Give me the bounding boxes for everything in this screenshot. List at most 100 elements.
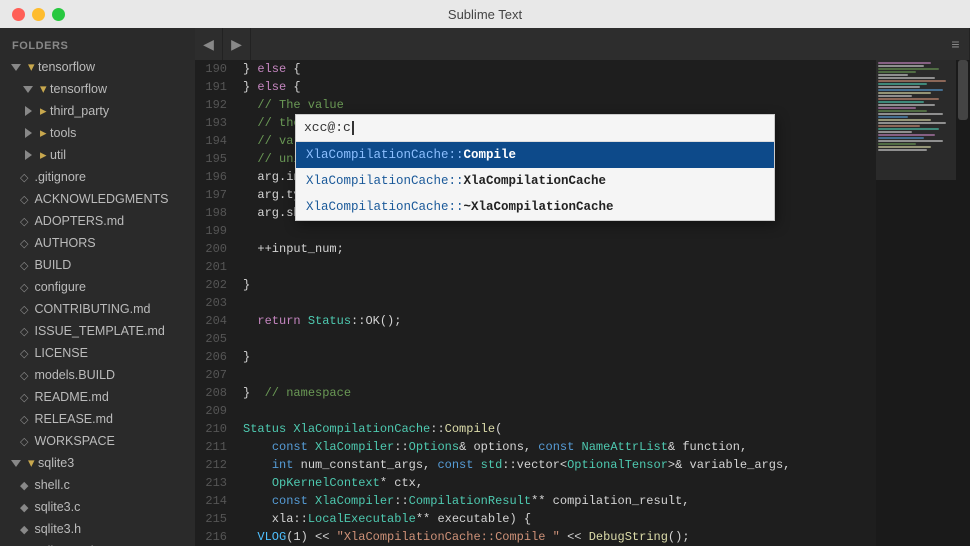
sidebar-item-label: sqlite3 xyxy=(38,456,74,470)
sidebar-item-label: third_party xyxy=(50,104,109,118)
sidebar-item-label: CONTRIBUTING.md xyxy=(34,302,150,316)
file-diamond-icon: ◇ xyxy=(20,237,28,250)
file-diamond-icon: ◇ xyxy=(20,193,28,206)
sidebar-item-tools[interactable]: ▸ tools xyxy=(0,122,195,144)
minimize-button[interactable] xyxy=(32,8,45,21)
code-line-211: const XlaCompiler::Options& options, con… xyxy=(243,438,876,456)
code-line-191: } else { xyxy=(243,78,876,96)
line-numbers: 190 191 192 193 194 195 196 197 198 199 … xyxy=(195,60,235,546)
sidebar-item-label: util xyxy=(50,148,66,162)
sidebar-item-label: configure xyxy=(34,280,85,294)
file-diamond-icon: ◇ xyxy=(20,369,28,382)
code-line-212: int num_constant_args, const std::vector… xyxy=(243,456,876,474)
sidebar-item-configure[interactable]: ◇ configure xyxy=(0,276,195,298)
close-button[interactable] xyxy=(12,8,25,21)
autocomplete-item-label: XlaCompilationCache::XlaCompilationCache xyxy=(306,172,606,190)
tab-nav-right[interactable]: ▶ xyxy=(223,28,251,60)
sidebar-item-workspace[interactable]: ◇ WORKSPACE xyxy=(0,430,195,452)
autocomplete-dropdown[interactable]: xcc@:c XlaCompilationCache::Compile XlaC… xyxy=(295,114,775,221)
sidebar-item-label: ISSUE_TEMPLATE.md xyxy=(34,324,164,338)
sidebar-item-gitignore[interactable]: ◇ .gitignore xyxy=(0,166,195,188)
triangle-down-icon xyxy=(8,455,24,471)
code-line-190: } else { xyxy=(243,60,876,78)
sidebar: FOLDERS ▾ tensorflow ▾ tensorflow ▸ thir… xyxy=(0,28,195,546)
code-line-201 xyxy=(243,258,876,276)
sidebar-item-authors[interactable]: ◇ AUTHORS xyxy=(0,232,195,254)
code-line-214: const XlaCompiler::CompilationResult** c… xyxy=(243,492,876,510)
folder-icon: ▸ xyxy=(40,103,47,119)
content-area: ◀ ▶ ≡ 190 191 192 193 194 195 196 xyxy=(195,28,970,546)
tab-bar: ◀ ▶ ≡ xyxy=(195,28,970,60)
sidebar-item-tensorflow-sub[interactable]: ▾ tensorflow xyxy=(0,78,195,100)
sidebar-item-label: shell.c xyxy=(34,478,69,492)
sidebar-item-tensorflow-root[interactable]: ▾ tensorflow xyxy=(0,56,195,78)
autocomplete-item-1[interactable]: XlaCompilationCache::XlaCompilationCache xyxy=(296,168,774,194)
code-line-205 xyxy=(243,330,876,348)
sidebar-item-label: LICENSE xyxy=(34,346,88,360)
file-code-icon: ◆ xyxy=(20,501,28,514)
autocomplete-item-label: XlaCompilationCache::Compile xyxy=(306,146,516,164)
sidebar-item-label: README.md xyxy=(34,390,108,404)
sidebar-item-third-party[interactable]: ▸ third_party xyxy=(0,100,195,122)
autocomplete-item-2[interactable]: XlaCompilationCache::~XlaCompilationCach… xyxy=(296,194,774,220)
scrollbar-thumb[interactable] xyxy=(958,60,968,120)
code-line-213: OpKernelContext* ctx, xyxy=(243,474,876,492)
sidebar-item-label: models.BUILD xyxy=(34,368,115,382)
code-line-200: ++input_num; xyxy=(243,240,876,258)
folder-icon: ▾ xyxy=(28,455,35,471)
maximize-button[interactable] xyxy=(52,8,65,21)
sidebar-item-label: ADOPTERS.md xyxy=(34,214,124,228)
sidebar-item-sqlite3-root[interactable]: ▾ sqlite3 xyxy=(0,452,195,474)
sidebar-item-label: sqlite3.h xyxy=(34,522,81,536)
sidebar-item-contributing[interactable]: ◇ CONTRIBUTING.md xyxy=(0,298,195,320)
file-diamond-icon: ◇ xyxy=(20,303,28,316)
triangle-right-icon xyxy=(20,103,36,119)
main-layout: FOLDERS ▾ tensorflow ▾ tensorflow ▸ thir… xyxy=(0,28,970,546)
sidebar-item-label: RELEASE.md xyxy=(34,412,113,426)
file-code-icon: ◆ xyxy=(20,479,28,492)
code-line-216: VLOG(1) << "XlaCompilationCache::Compile… xyxy=(243,528,876,546)
autocomplete-item-0[interactable]: XlaCompilationCache::Compile xyxy=(296,142,774,168)
file-diamond-icon: ◇ xyxy=(20,171,28,184)
code-line-210: Status XlaCompilationCache::Compile( xyxy=(243,420,876,438)
minimap xyxy=(876,60,956,546)
tab-scroll-indicator[interactable]: ≡ xyxy=(942,28,970,60)
file-code-icon: ◆ xyxy=(20,523,28,536)
sidebar-item-sqlite3-h[interactable]: ◆ sqlite3.h xyxy=(0,518,195,540)
sidebar-item-sqlite3ext-h[interactable]: ◆ sqlite3ext.h xyxy=(0,540,195,546)
sidebar-item-license[interactable]: ◇ LICENSE xyxy=(0,342,195,364)
sidebar-item-models-build[interactable]: ◇ models.BUILD xyxy=(0,364,195,386)
file-diamond-icon: ◇ xyxy=(20,435,28,448)
file-diamond-icon: ◇ xyxy=(20,259,28,272)
file-diamond-icon: ◇ xyxy=(20,347,28,360)
autocomplete-query: xcc@:c xyxy=(304,119,351,137)
sidebar-item-acknowledgments[interactable]: ◇ ACKNOWLEDGMENTS xyxy=(0,188,195,210)
sidebar-item-build[interactable]: ◇ BUILD xyxy=(0,254,195,276)
file-diamond-icon: ◇ xyxy=(20,391,28,404)
sidebar-item-label: AUTHORS xyxy=(34,236,95,250)
sidebar-item-release[interactable]: ◇ RELEASE.md xyxy=(0,408,195,430)
sidebar-item-readme[interactable]: ◇ README.md xyxy=(0,386,195,408)
sidebar-item-label: tensorflow xyxy=(38,60,95,74)
triangle-right-icon xyxy=(20,147,36,163)
code-line-204: return Status::OK(); xyxy=(243,312,876,330)
tab-nav-left[interactable]: ◀ xyxy=(195,28,223,60)
sidebar-item-util[interactable]: ▸ util xyxy=(0,144,195,166)
editor-area: 190 191 192 193 194 195 196 197 198 199 … xyxy=(195,60,970,546)
code-line-202: } xyxy=(243,276,876,294)
folder-icon: ▸ xyxy=(40,147,47,163)
vertical-scrollbar[interactable] xyxy=(956,60,970,546)
file-diamond-icon: ◇ xyxy=(20,215,28,228)
sidebar-item-sqlite3-c[interactable]: ◆ sqlite3.c xyxy=(0,496,195,518)
sidebar-item-issue-template[interactable]: ◇ ISSUE_TEMPLATE.md xyxy=(0,320,195,342)
folders-label: FOLDERS xyxy=(0,32,195,56)
sidebar-item-shell-c[interactable]: ◆ shell.c xyxy=(0,474,195,496)
code-line-203 xyxy=(243,294,876,312)
sidebar-item-label: tools xyxy=(50,126,76,140)
sidebar-item-label: sqlite3.c xyxy=(34,500,80,514)
code-editor[interactable]: 190 191 192 193 194 195 196 197 198 199 … xyxy=(195,60,876,546)
app-title: Sublime Text xyxy=(448,7,522,22)
sidebar-item-adopters[interactable]: ◇ ADOPTERS.md xyxy=(0,210,195,232)
folder-icon: ▸ xyxy=(40,125,47,141)
autocomplete-cursor xyxy=(352,121,354,135)
